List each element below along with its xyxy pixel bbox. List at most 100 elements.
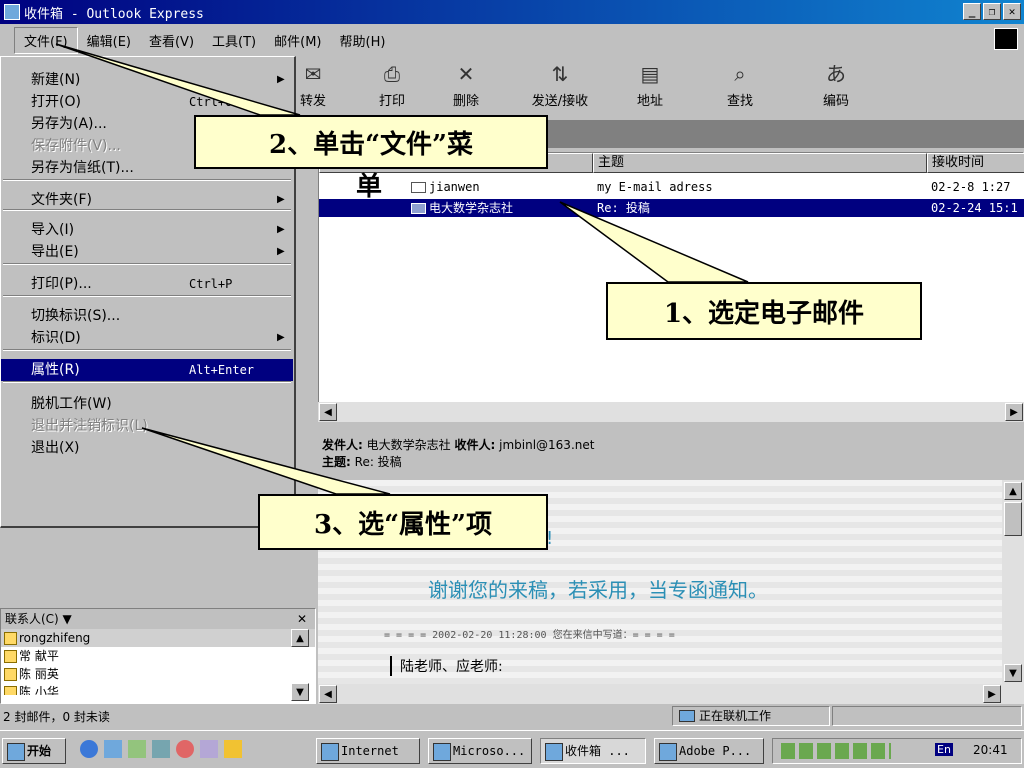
start-button[interactable]: 开始 <box>2 738 66 764</box>
menu-separator <box>3 179 291 181</box>
forward-icon: ✉ <box>304 62 322 86</box>
qq-icon[interactable] <box>176 740 194 758</box>
contact-item[interactable]: 常 献平 <box>1 647 315 665</box>
submenu-arrow-icon: ▶ <box>277 224 285 235</box>
scroll-left-arrow-icon[interactable]: ◀ <box>319 403 337 421</box>
scroll-down-arrow-icon[interactable]: ▼ <box>291 683 309 701</box>
media-icon[interactable] <box>224 740 242 758</box>
task-adobe[interactable]: Adobe P... <box>654 738 764 764</box>
preview-quote: = = = = 2002-02-20 11:28:00 您在来信中写道：= = … <box>384 630 675 641</box>
file-menu-item[interactable]: 导入(I) ▶ <box>1 219 293 241</box>
contact-item[interactable]: rongzhifeng <box>1 629 315 647</box>
ie-icon[interactable] <box>80 740 98 758</box>
menu-separator <box>3 381 291 383</box>
system-tray: En 20:41 <box>772 738 1022 764</box>
preview-greeting: 谢谢您的来稿，若采用，当专函通知。 <box>428 578 768 602</box>
scroll-up-arrow-icon[interactable]: ▲ <box>291 629 309 647</box>
close-icon[interactable]: ✕ <box>297 609 307 629</box>
file-menu-item[interactable]: 导出(E) ▶ <box>1 241 293 263</box>
callout-3: 3、选“属性”项 <box>258 494 548 550</box>
menu-separator <box>3 209 291 211</box>
callout-1: 1、选定电子邮件 <box>606 282 922 340</box>
task-internet[interactable]: Internet <box>316 738 420 764</box>
preview-subject: Re: 投稿 <box>354 455 402 469</box>
file-menu-item[interactable]: 脱机工作(W) <box>1 393 293 415</box>
preview-hscrollbar[interactable]: ◀ ▶ <box>318 684 1024 704</box>
contacts-pane[interactable]: 联系人(C) ▼ ✕ rongzhifeng 常 献平 陈 丽英 陈 小华 ▲ … <box>0 608 316 704</box>
file-menu-item[interactable]: 属性(R) Alt+Enter <box>1 359 293 381</box>
scroll-up-arrow-icon[interactable]: ▲ <box>1004 482 1022 500</box>
menu-view[interactable]: 查看(V) <box>140 28 203 53</box>
column-subject[interactable]: 主题 <box>593 153 927 173</box>
preview-body: 陆老师、应老师: <box>390 656 503 676</box>
close-button[interactable]: ✕ <box>1003 3 1021 20</box>
file-menu-item[interactable]: 退出(X) <box>1 437 293 459</box>
preview-header: 发件人: 电大数学杂志社 收件人: jmbinl@163.net 主题: Re:… <box>318 432 1024 480</box>
preview-from: 电大数学杂志社 <box>366 438 451 452</box>
menu-edit[interactable]: 编辑(E) <box>78 28 140 53</box>
contact-item[interactable]: 陈 丽英 <box>1 665 315 683</box>
envelope-icon <box>411 182 426 193</box>
file-menu-item[interactable]: 打印(P)... Ctrl+P <box>1 273 293 295</box>
windows-logo-icon <box>994 28 1018 50</box>
message-row-selected[interactable]: 电大数学杂志社 Re: 投稿 02-2-24 15:1 <box>319 199 1024 217</box>
envelope-icon <box>411 203 426 214</box>
computer-icon <box>679 710 695 722</box>
menu-tools[interactable]: 工具(T) <box>203 28 265 53</box>
send-receive-icon: ⇅ <box>551 62 569 86</box>
file-menu-item: 退出并注销标识(L) <box>31 418 148 434</box>
contacts-header[interactable]: 联系人(C) ▼ ✕ <box>1 609 315 629</box>
app-icon[interactable] <box>200 740 218 758</box>
scroll-down-arrow-icon[interactable]: ▼ <box>1004 664 1022 682</box>
toolbar: ✉ 转发 ⎙ 打印 ✕ 删除 ⇅ 发送/接收 ▤ 地址 ⌕ 查找 あ 编码 <box>300 56 1024 118</box>
address-book-icon: ▤ <box>640 62 660 86</box>
edit-icon[interactable] <box>128 740 146 758</box>
file-menu-item[interactable]: 新建(N) ▶ <box>1 69 293 91</box>
scroll-thumb[interactable] <box>1004 502 1022 536</box>
column-received[interactable]: 接收时间 <box>927 153 1024 173</box>
file-menu-item[interactable]: 切换标识(S)... <box>1 305 293 327</box>
submenu-arrow-icon: ▶ <box>277 246 285 257</box>
file-menu-item[interactable]: 标识(D) ▶ <box>1 327 293 349</box>
submenu-arrow-icon: ▶ <box>277 194 285 205</box>
find-button[interactable]: ⌕ 查找 <box>710 56 770 118</box>
clock: 20:41 <box>973 743 1008 757</box>
status-count: 2 封邮件，0 封未读 <box>3 710 110 724</box>
file-menu-item[interactable]: 打开(O) Ctrl+O <box>1 91 293 113</box>
menu-separator <box>3 349 291 351</box>
task-inbox[interactable]: 收件箱 ... <box>540 738 646 764</box>
minimize-button[interactable]: _ <box>963 3 981 20</box>
taskbar: 开始 Internet Microso... 收件箱 ... Adobe P..… <box>0 730 1024 768</box>
scroll-right-arrow-icon[interactable]: ▶ <box>983 685 1001 703</box>
submenu-arrow-icon: ▶ <box>277 332 285 343</box>
callout-2-wrap: 单 <box>356 172 383 202</box>
menu-message[interactable]: 邮件(M) <box>265 28 330 53</box>
menu-file[interactable]: 文件(F) <box>14 26 78 54</box>
delete-button[interactable]: ✕ 删除 <box>436 56 496 118</box>
file-menu-item[interactable]: 文件夹(F) ▶ <box>1 189 293 211</box>
scroll-left-arrow-icon[interactable]: ◀ <box>319 685 337 703</box>
encoding-button[interactable]: あ 编码 <box>806 56 866 118</box>
print-button[interactable]: ⎙ 打印 <box>362 56 422 118</box>
find-icon: ⌕ <box>734 62 746 86</box>
delete-icon: ✕ <box>457 62 475 86</box>
send-receive-button[interactable]: ⇅ 发送/接收 <box>520 56 600 118</box>
menu-help[interactable]: 帮助(H) <box>331 28 395 53</box>
message-row[interactable]: jianwen my E-mail adress 02-2-8 1:27 <box>319 178 1024 196</box>
tray-icons[interactable] <box>781 743 891 759</box>
inbox-icon <box>4 4 20 20</box>
printer-icon: ⎙ <box>384 62 400 86</box>
message-list-hscrollbar[interactable]: ◀ ▶ <box>318 402 1024 422</box>
status-online: 正在联机工作 <box>699 709 772 723</box>
desktop-icon[interactable] <box>152 740 170 758</box>
scroll-right-arrow-icon[interactable]: ▶ <box>1005 403 1023 421</box>
task-microsoft[interactable]: Microso... <box>428 738 532 764</box>
restore-button[interactable]: ❐ <box>983 3 1001 20</box>
outlook-icon[interactable] <box>104 740 122 758</box>
contact-item[interactable]: 陈 小华 <box>1 683 315 695</box>
menu-separator <box>3 263 291 265</box>
address-button[interactable]: ▤ 地址 <box>620 56 680 118</box>
title-bar[interactable]: 收件箱 - Outlook Express _ ❐ ✕ <box>0 0 1024 24</box>
preview-vscrollbar[interactable]: ▲ ▼ <box>1002 480 1024 686</box>
language-indicator[interactable]: En <box>935 743 953 756</box>
